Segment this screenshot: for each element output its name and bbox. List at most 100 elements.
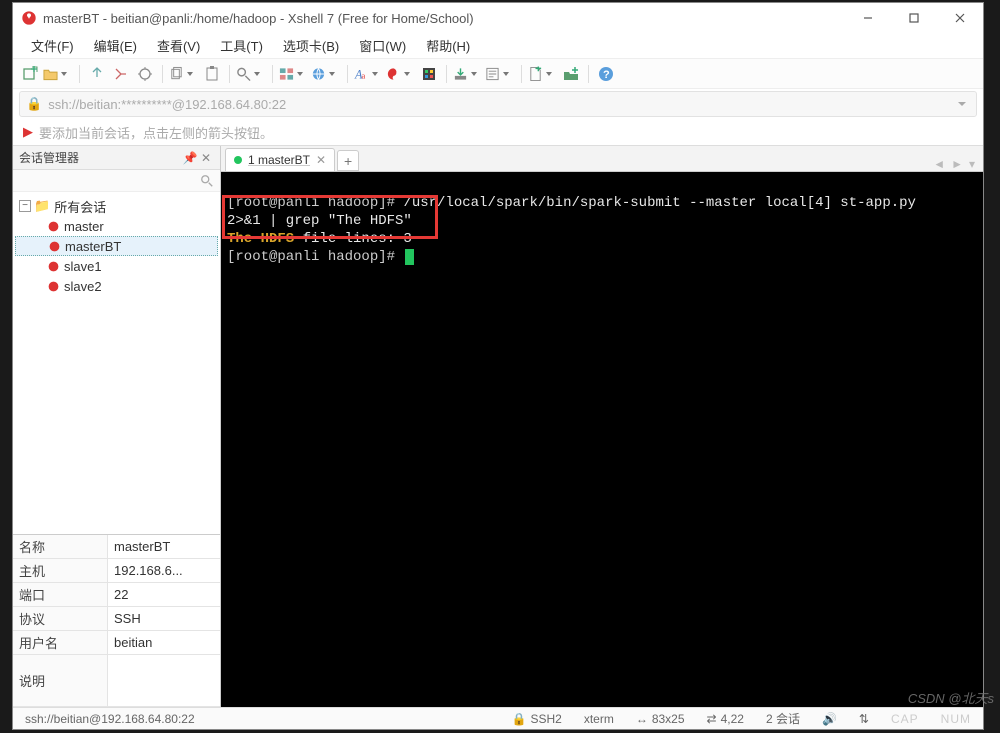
session-manager-panel: 会话管理器 📌 ✕ − 📁 所有会话 master: [13, 146, 221, 707]
tab[interactable]: 1 masterBT ✕: [225, 148, 335, 171]
session-icon: [47, 260, 60, 273]
panel-header: 会话管理器 📌 ✕: [13, 146, 220, 170]
transfer-button[interactable]: [453, 63, 483, 85]
lock-icon: 🔒: [512, 712, 527, 726]
terminal-text: 2>&1 | grep "The HDFS": [227, 213, 412, 229]
session-item[interactable]: slave1: [15, 256, 218, 276]
reconnect-button[interactable]: [86, 63, 108, 85]
paste-button[interactable]: [201, 63, 223, 85]
terminal-prompt: [root@panli hadoop]#: [227, 195, 403, 211]
tab-prev-icon[interactable]: ◄: [933, 157, 945, 171]
terminal-text: /usr/local/spark/bin/spark-submit --mast…: [403, 195, 915, 211]
maximize-button[interactable]: [891, 3, 937, 33]
panel-close-icon[interactable]: ✕: [198, 151, 214, 165]
titlebar: masterBT - beitian@panli:/home/hadoop - …: [13, 3, 983, 33]
status-cap: CAP: [885, 712, 925, 726]
find-button[interactable]: [236, 63, 266, 85]
window-title: masterBT - beitian@panli:/home/hadoop - …: [43, 11, 845, 26]
main-area: 1 masterBT ✕ + ◄ ► ▾ [root@panli hadoop]…: [221, 146, 983, 707]
address-dropdown[interactable]: [954, 102, 970, 106]
help-button[interactable]: ?: [595, 63, 617, 85]
session-item[interactable]: masterBT: [15, 236, 218, 256]
menubar: 文件(F) 编辑(E) 查看(V) 工具(T) 选项卡(B) 窗口(W) 帮助(…: [13, 33, 983, 59]
session-item[interactable]: slave2: [15, 276, 218, 296]
copy-button[interactable]: [169, 63, 199, 85]
menu-tabs[interactable]: 选项卡(B): [273, 33, 349, 58]
menu-view[interactable]: 查看(V): [147, 33, 210, 58]
font-button[interactable]: Aa: [354, 63, 384, 85]
pos-icon: ⇄: [707, 712, 717, 726]
xftp-button[interactable]: [560, 63, 582, 85]
prop-row: 主机192.168.6...: [13, 559, 220, 583]
status-pos: ⇄4,22: [701, 712, 750, 726]
layout-button[interactable]: [279, 63, 309, 85]
prop-row: 用户名beitian: [13, 631, 220, 655]
session-icon: [47, 220, 60, 233]
address-text: ssh://beitian:**********@192.168.64.80:2…: [48, 97, 286, 112]
minimize-button[interactable]: [845, 3, 891, 33]
status-term: xterm: [578, 712, 620, 726]
app-window: masterBT - beitian@panli:/home/hadoop - …: [12, 2, 984, 730]
cursor-icon: [405, 249, 414, 265]
session-item[interactable]: master: [15, 216, 218, 236]
open-session-button[interactable]: [43, 63, 73, 85]
new-session-button[interactable]: [19, 63, 41, 85]
prop-row: 端口22: [13, 583, 220, 607]
menu-help[interactable]: 帮助(H): [416, 33, 480, 58]
hint-bar: ▶ 要添加当前会话，点击左侧的箭头按钮。: [13, 119, 983, 145]
status-size: ↔83x25: [630, 712, 691, 726]
svg-text:a: a: [362, 70, 366, 80]
svg-text:?: ?: [603, 69, 610, 81]
session-properties: 名称masterBT 主机192.168.6... 端口22 协议SSH 用户名…: [13, 534, 220, 707]
tree-root[interactable]: − 📁 所有会话: [15, 196, 218, 216]
menu-tools[interactable]: 工具(T): [210, 33, 273, 58]
terminal-highlight: The HDFS: [227, 231, 294, 247]
terminal-text: file lines: 3: [294, 231, 412, 247]
toolbar: Aa ?: [13, 59, 983, 89]
tabstrip: 1 masterBT ✕ + ◄ ► ▾: [221, 146, 983, 172]
status-connection: ssh://beitian@192.168.64.80:22: [19, 712, 201, 726]
close-button[interactable]: [937, 3, 983, 33]
watermark: CSDN @北天s: [908, 688, 994, 707]
prop-row: 协议SSH: [13, 607, 220, 631]
pin-icon[interactable]: 📌: [182, 151, 198, 165]
statusbar: ssh://beitian@192.168.64.80:22 🔒SSH2 xte…: [13, 707, 983, 729]
session-tree: − 📁 所有会话 master masterBT slave1: [13, 192, 220, 534]
status-sessions: 2 会话: [760, 710, 806, 727]
status-vol[interactable]: 🔊: [816, 712, 843, 726]
collapse-icon[interactable]: −: [19, 200, 31, 212]
encoding-button[interactable]: [311, 63, 341, 85]
panel-title: 会话管理器: [19, 149, 79, 166]
session-icon: [47, 280, 60, 293]
tab-label: 1 masterBT: [248, 153, 310, 167]
script-button[interactable]: [485, 63, 515, 85]
prop-row: 名称masterBT: [13, 535, 220, 559]
highlight-button[interactable]: [418, 63, 440, 85]
status-proto: 🔒SSH2: [506, 712, 568, 726]
menu-file[interactable]: 文件(F): [21, 33, 84, 58]
prop-row: 说明: [13, 655, 220, 707]
hint-text: 要添加当前会话，点击左侧的箭头按钮。: [39, 123, 273, 142]
terminal-prompt: [root@panli hadoop]#: [227, 249, 403, 265]
tab-menu-icon[interactable]: ▾: [969, 157, 975, 171]
menu-window[interactable]: 窗口(W): [349, 33, 416, 58]
status-updown: ⇅: [853, 712, 875, 726]
address-bar[interactable]: 🔒 ssh://beitian:**********@192.168.64.80…: [19, 91, 977, 117]
new-file-button[interactable]: [528, 63, 558, 85]
session-icon: [48, 240, 61, 253]
color-scheme-button[interactable]: [386, 63, 416, 85]
flag-icon: ▶: [23, 124, 33, 140]
lock-icon: 🔒: [26, 96, 42, 112]
disconnect-button[interactable]: [110, 63, 132, 85]
terminal[interactable]: [root@panli hadoop]# /usr/local/spark/bi…: [221, 172, 983, 707]
tab-close-icon[interactable]: ✕: [316, 153, 326, 167]
properties-button[interactable]: [134, 63, 156, 85]
panel-search[interactable]: [13, 170, 220, 192]
app-icon: [21, 10, 37, 26]
speaker-icon: 🔊: [822, 712, 837, 726]
about-button[interactable]: [617, 63, 639, 85]
new-tab-button[interactable]: +: [337, 150, 359, 171]
status-dot-icon: [234, 156, 242, 164]
menu-edit[interactable]: 编辑(E): [84, 33, 147, 58]
tab-next-icon[interactable]: ►: [951, 157, 963, 171]
